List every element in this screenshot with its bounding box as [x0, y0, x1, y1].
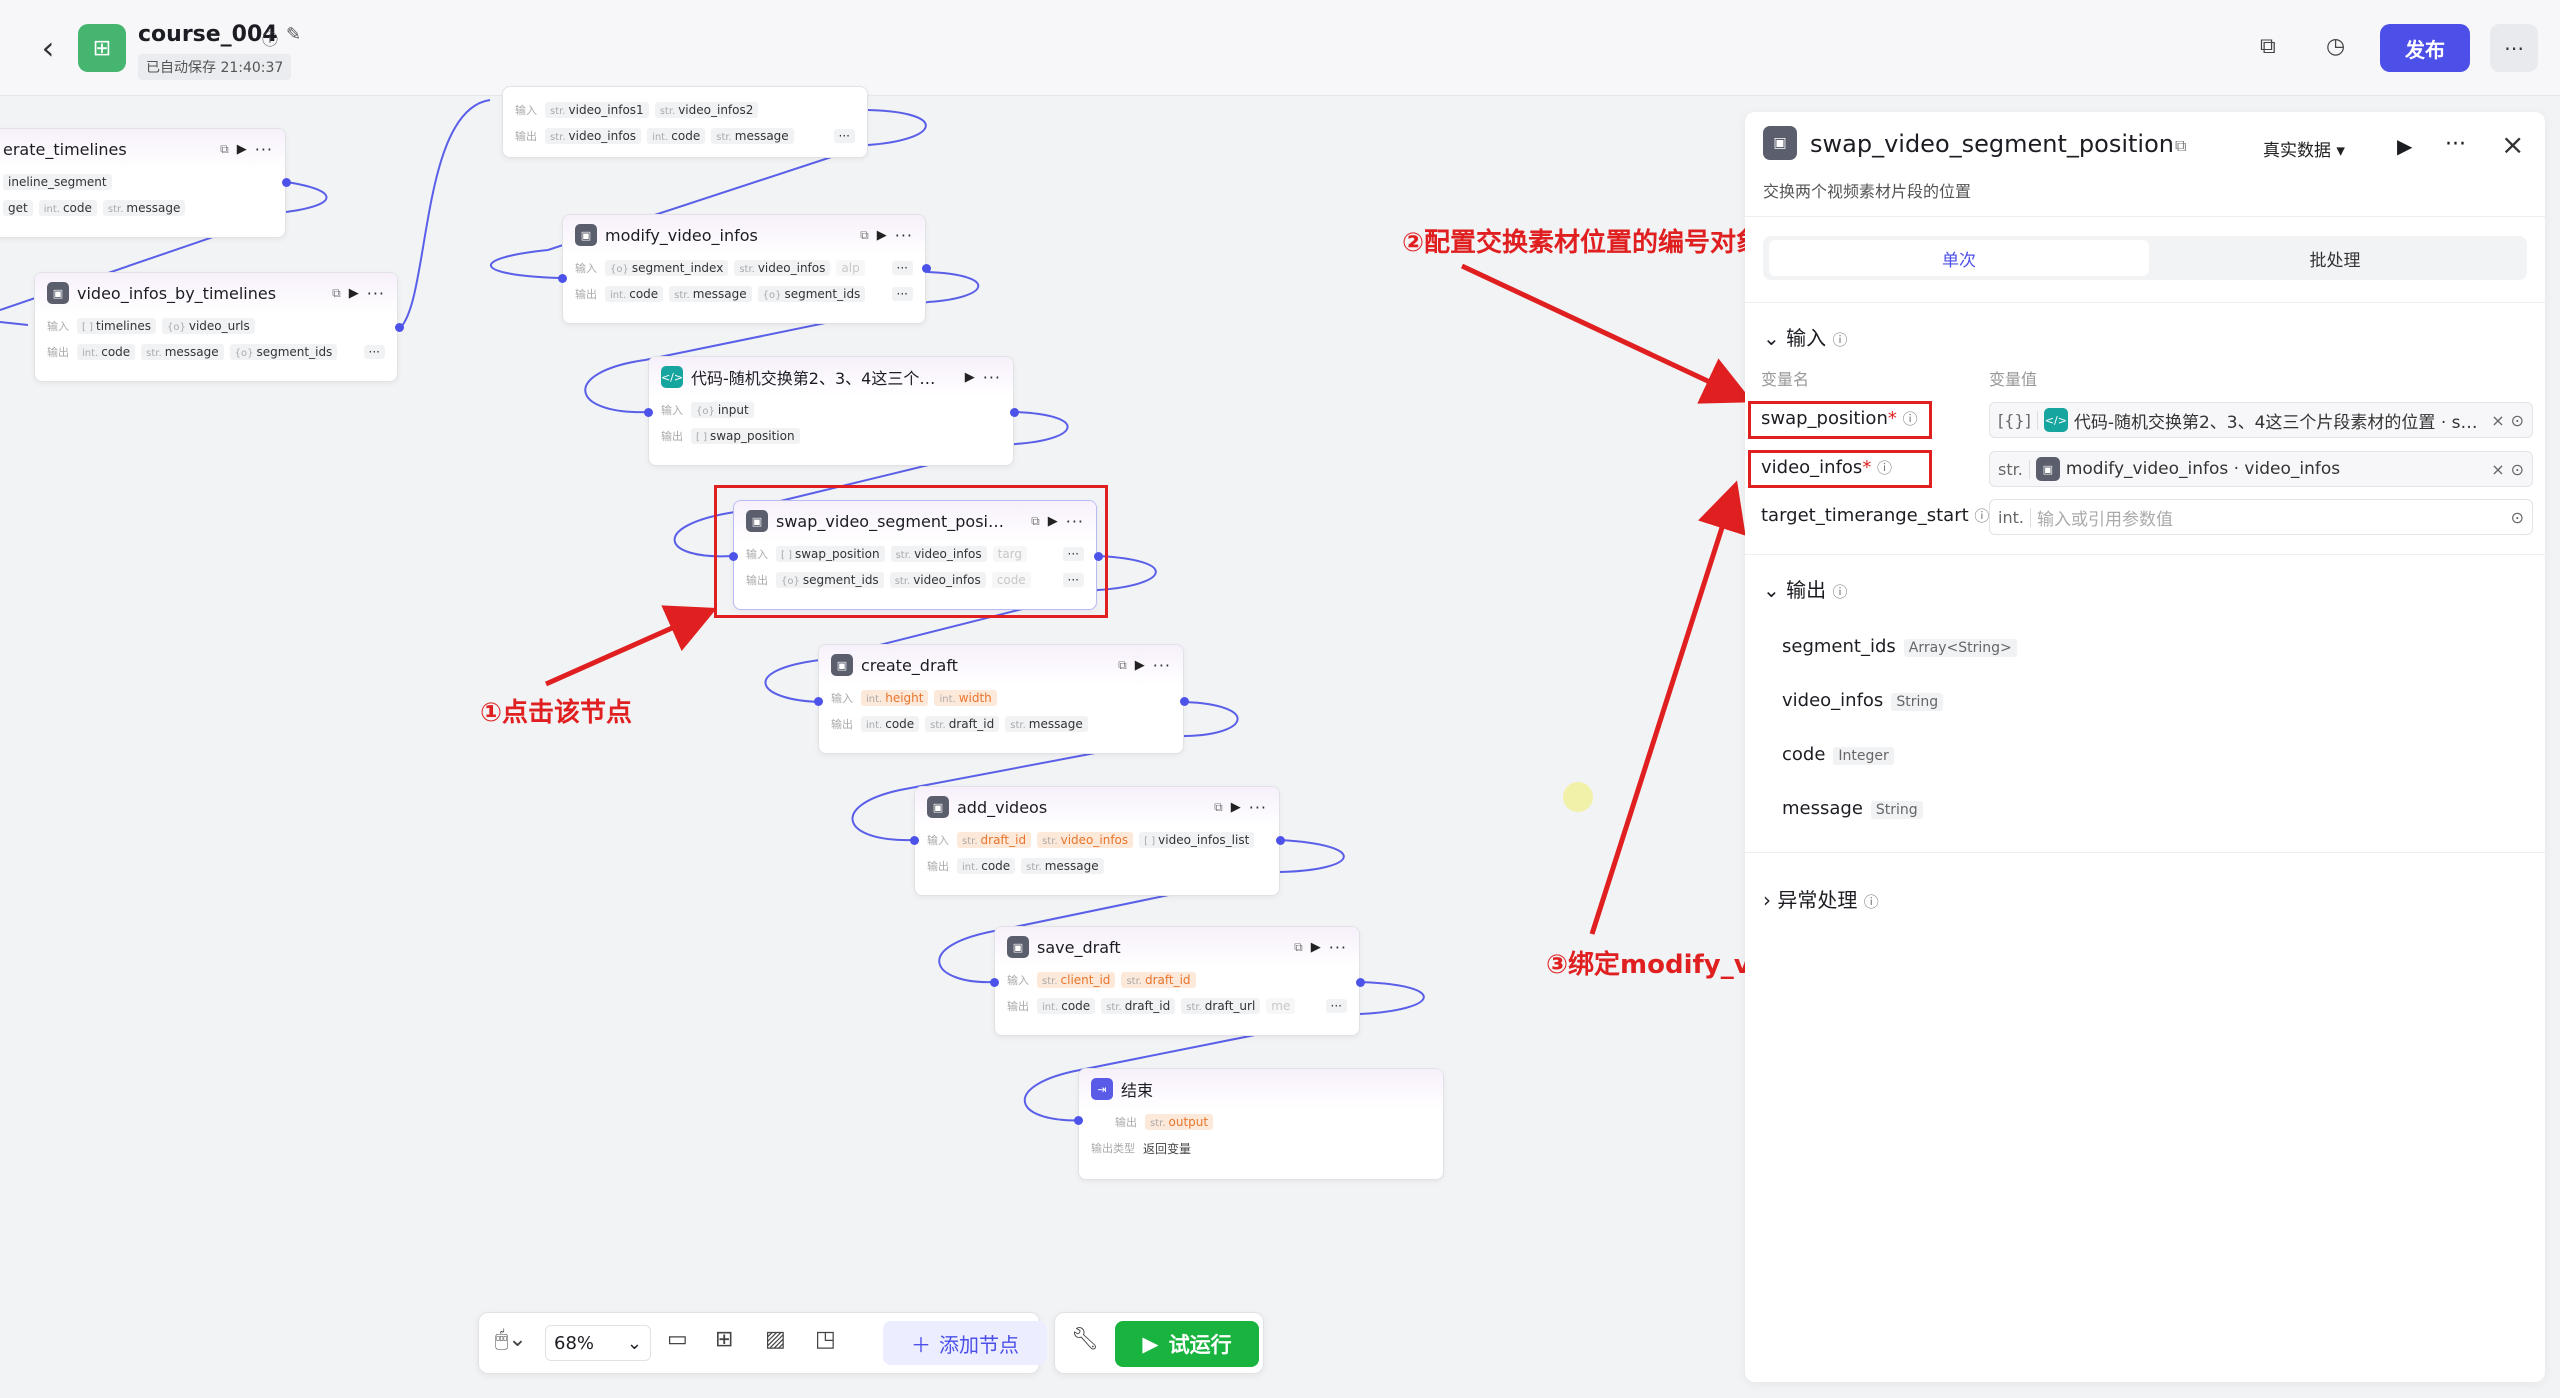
minimap-icon[interactable]: ◳ [815, 1327, 836, 1352]
layout-icon[interactable]: ⊞ [715, 1327, 733, 1352]
exception-section-header[interactable]: › 异常处理 ⓘ [1763, 884, 1879, 913]
input-value-swap-position[interactable]: [{}] </> 代码-随机交换第2、3、4这三个片段素材的位置 · s… × … [1989, 402, 2533, 438]
plugin-icon: ▣ [2035, 457, 2060, 481]
tab-batch[interactable]: 批处理 [2149, 240, 2521, 276]
plugin-icon: ▣ [1763, 126, 1797, 160]
panel-description: 交换两个视频素材片段的位置 [1763, 182, 1972, 201]
output-item: segment_ids Array<String> [1782, 636, 2017, 657]
add-node-button[interactable]: ＋添加节点 [883, 1321, 1047, 1365]
output-item: message String [1782, 798, 1923, 819]
tab-single[interactable]: 单次 [1769, 240, 2149, 276]
input-section-header[interactable]: ⌄ 输入 ⓘ [1763, 322, 1848, 351]
output-section-header[interactable]: ⌄ 输出 ⓘ [1763, 574, 1848, 603]
code-icon: </> [2043, 408, 2068, 432]
clear-icon[interactable]: × [2491, 460, 2504, 479]
run-mode-tabs: 单次 批处理 [1763, 236, 2527, 280]
clear-icon[interactable]: × [2491, 411, 2504, 430]
chevron-down-icon: ⌄ [1763, 578, 1780, 602]
data-mode-select[interactable]: 真实数据 ▾ [2263, 136, 2345, 161]
reference-icon[interactable]: ⊙ [2511, 508, 2524, 527]
run-icon[interactable]: ▶ [2397, 134, 2412, 158]
input-value-target-timerange-start[interactable]: int. 输入或引用参数值 ⊙ [1989, 499, 2533, 535]
panel-title: swap_video_segment_position [1810, 130, 2174, 158]
more-icon[interactable]: ··· [2445, 132, 2466, 157]
info-icon: ⓘ [1832, 583, 1848, 601]
close-icon[interactable]: × [2501, 128, 2524, 161]
zoom-select[interactable]: 68% ⌄ [545, 1325, 651, 1361]
wrench-icon[interactable]: 🔧︎ [1071, 1327, 1099, 1352]
canvas-toolbar: 🖱︎⌄ 68% ⌄ ▭ ⊞ ▨ ◳ ＋添加节点 [478, 1312, 1047, 1374]
chevron-down-icon: ⌄ [626, 1332, 642, 1354]
image-icon[interactable]: ▨ [765, 1327, 786, 1352]
highlight-box-video-infos [1748, 450, 1932, 488]
mouse-mode-icon[interactable]: 🖱︎⌄ [495, 1327, 527, 1352]
info-icon: ⓘ [1832, 331, 1848, 349]
play-icon: ▶ [1142, 1332, 1159, 1356]
chevron-down-icon: ⌄ [1763, 326, 1780, 350]
column-header-value: 变量值 [1989, 370, 2038, 389]
chevron-right-icon: › [1763, 888, 1771, 912]
plus-icon: ＋ [911, 1332, 931, 1357]
node-config-panel: ▣ swap_video_segment_position ⧉ 交换两个视频素材… [1745, 112, 2545, 1382]
reference-icon[interactable]: ⊙ [2511, 460, 2524, 479]
highlight-box-swap-position [1748, 401, 1932, 439]
trial-run-button[interactable]: ▶ 试运行 [1115, 1321, 1259, 1367]
cursor-highlight [1563, 782, 1593, 812]
output-item: video_infos String [1782, 690, 1944, 711]
copy-mark-icon: ⧉ [2175, 136, 2187, 155]
output-item: code Integer [1782, 744, 1894, 765]
reference-icon[interactable]: ⊙ [2511, 411, 2524, 430]
annotation-step1: ①点击该节点 [480, 698, 633, 728]
run-toolbar: 🔧︎ ▶ 试运行 [1054, 1312, 1264, 1374]
input-value-video-infos[interactable]: str. ▣ modify_video_infos · video_infos … [1989, 451, 2533, 487]
column-header-name: 变量名 [1761, 370, 1810, 389]
comment-icon[interactable]: ▭ [667, 1327, 688, 1352]
input-name-target-timerange-start: target_timerange_start ⓘ [1761, 505, 1990, 526]
info-icon: ⓘ [1863, 893, 1879, 911]
